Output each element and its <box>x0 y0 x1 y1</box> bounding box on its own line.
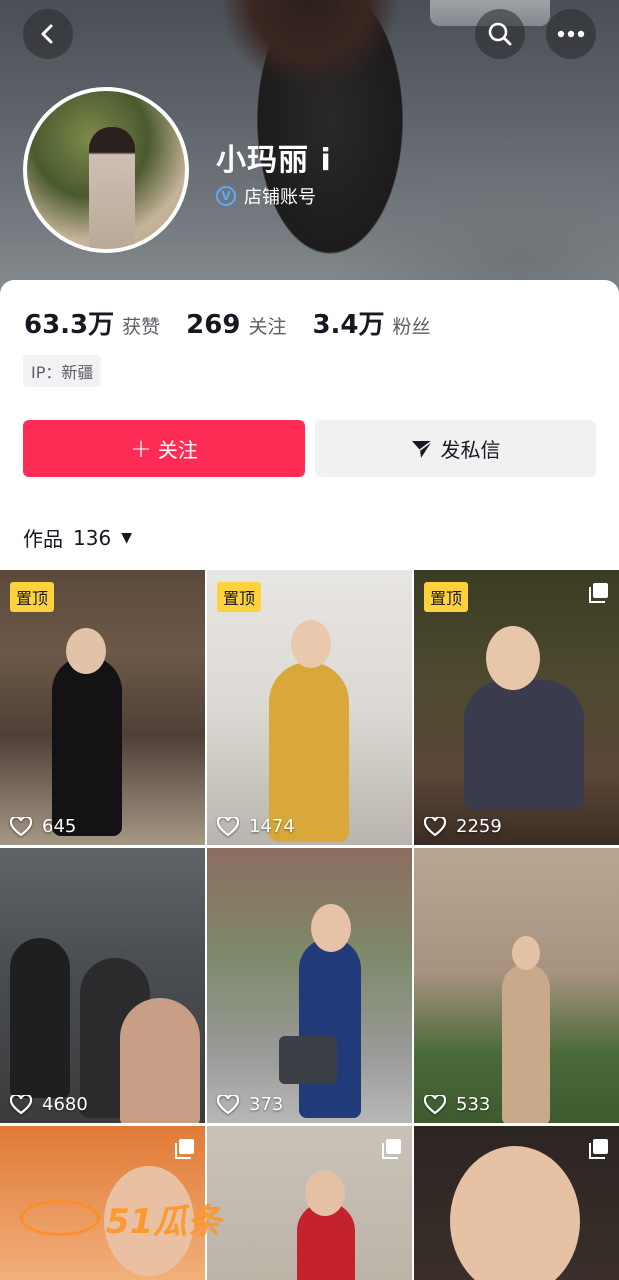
watermark-logo <box>20 1200 100 1236</box>
shop-account-label: 店铺账号 <box>244 187 316 208</box>
video-tile[interactable]: 置顶 645 <box>0 570 205 845</box>
send-icon <box>411 439 432 458</box>
plus-icon: + <box>130 433 152 464</box>
pinned-badge: 置顶 <box>424 582 469 612</box>
multi-image-icon <box>382 1139 401 1159</box>
back-icon <box>41 24 53 44</box>
like-count-value: 1474 <box>249 816 295 837</box>
stat-value: 63.3万 <box>24 310 115 340</box>
heart-icon <box>424 1094 446 1114</box>
heart-icon <box>424 816 446 836</box>
avatar[interactable] <box>23 87 189 253</box>
video-thumbnail <box>305 1170 345 1216</box>
like-count: 1474 <box>217 816 295 837</box>
like-count-value: 373 <box>249 1094 284 1115</box>
video-thumbnail <box>66 628 106 674</box>
video-thumbnail <box>486 626 540 690</box>
stat-label: 获赞 <box>122 316 161 338</box>
video-thumbnail <box>279 1036 337 1084</box>
verified-v-icon: V <box>216 186 236 206</box>
avatar-photo <box>89 127 135 249</box>
video-thumbnail <box>269 662 349 842</box>
like-count-value: 533 <box>456 1094 491 1115</box>
profile-cover: 小玛丽 i V 店铺账号 <box>0 0 619 300</box>
shop-account-tag: V 店铺账号 <box>216 183 316 209</box>
profile-name: 小玛丽 i <box>216 143 332 178</box>
works-count: 136 <box>73 525 112 550</box>
like-count-value: 645 <box>42 816 77 837</box>
message-label: 发私信 <box>440 438 501 462</box>
like-count: 533 <box>424 1094 490 1115</box>
back-button[interactable] <box>23 9 73 59</box>
more-button[interactable] <box>546 9 596 59</box>
caret-down-icon: ▼ <box>121 529 132 546</box>
pinned-badge: 置顶 <box>10 582 55 612</box>
like-count-value: 2259 <box>456 816 502 837</box>
more-icon <box>557 30 585 38</box>
stats-row: 63.3万 获赞 269 关注 3.4万 粉丝 <box>24 304 457 341</box>
video-thumbnail <box>120 998 200 1123</box>
video-tile[interactable]: 4680 <box>0 848 205 1123</box>
like-count: 4680 <box>10 1094 88 1115</box>
video-tile[interactable]: 373 <box>207 848 412 1123</box>
stat-value: 269 <box>186 310 241 340</box>
message-button[interactable]: 发私信 <box>315 420 596 477</box>
watermark: 51瓜条 <box>20 1188 230 1248</box>
multi-image-icon <box>589 583 608 603</box>
multi-image-icon <box>589 1139 608 1159</box>
follow-button[interactable]: + 关注 <box>23 420 305 477</box>
search-button[interactable] <box>475 9 525 59</box>
cover-photo-detail <box>220 0 400 90</box>
like-count: 2259 <box>424 816 502 837</box>
video-tile[interactable]: 置顶 2259 <box>414 570 619 845</box>
stat-value: 3.4万 <box>312 310 385 340</box>
heart-icon <box>217 1094 239 1114</box>
video-tile[interactable] <box>414 1126 619 1280</box>
video-thumbnail <box>299 938 361 1118</box>
video-thumbnail <box>512 936 540 970</box>
search-icon <box>488 22 512 46</box>
stat-label: 粉丝 <box>392 316 431 338</box>
video-thumbnail <box>450 1146 580 1280</box>
heart-icon <box>10 1094 32 1114</box>
stat-likes[interactable]: 63.3万 获赞 <box>24 304 160 341</box>
tab-works[interactable]: 作品 136 ▼ <box>23 523 132 552</box>
ip-location-tag: IP：新疆 <box>23 355 102 387</box>
video-thumbnail <box>311 904 351 952</box>
video-tile[interactable] <box>207 1126 412 1280</box>
heart-icon <box>10 816 32 836</box>
multi-image-icon <box>175 1139 194 1159</box>
works-label: 作品 <box>23 527 63 551</box>
video-thumbnail <box>291 620 331 668</box>
like-count: 645 <box>10 816 76 837</box>
stat-label: 关注 <box>248 316 287 338</box>
stat-followers[interactable]: 3.4万 粉丝 <box>312 304 430 341</box>
video-thumbnail <box>464 680 584 810</box>
like-count-value: 4680 <box>42 1094 88 1115</box>
video-tile[interactable]: 置顶 1474 <box>207 570 412 845</box>
like-count: 373 <box>217 1094 283 1115</box>
video-thumbnail <box>10 938 70 1098</box>
pinned-badge: 置顶 <box>217 582 262 612</box>
video-thumbnail <box>502 964 550 1123</box>
video-tile[interactable]: 533 <box>414 848 619 1123</box>
stat-following[interactable]: 269 关注 <box>186 310 286 340</box>
heart-icon <box>217 816 239 836</box>
follow-label: 关注 <box>157 438 198 462</box>
video-thumbnail <box>52 656 122 836</box>
watermark-text: 51瓜条 <box>106 1201 222 1242</box>
